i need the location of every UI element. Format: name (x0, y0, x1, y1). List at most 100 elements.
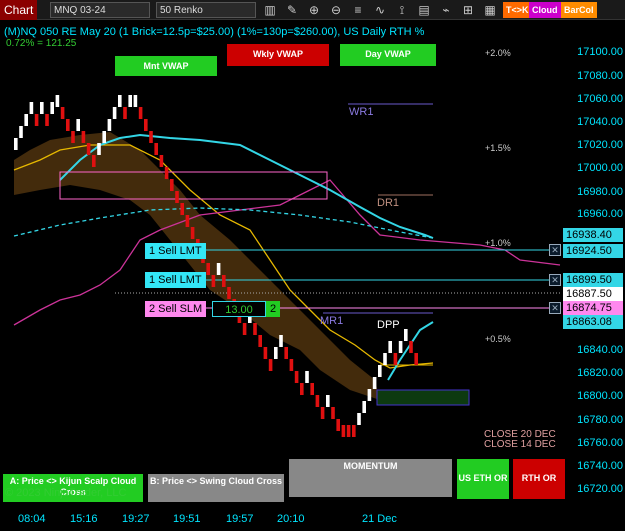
mr1-label: MR1 (320, 315, 344, 327)
atm-icon[interactable]: ⊞ (460, 2, 476, 18)
wr1-label: WR1 (349, 106, 374, 118)
renko-brick (206, 263, 210, 275)
renko-brick (185, 215, 190, 227)
renko-brick (112, 107, 117, 119)
dpp-label: DPP (377, 319, 400, 331)
x-tick: 08:04 (18, 513, 46, 525)
pct-label: +0.5% (485, 334, 511, 344)
wkly-vwap-box[interactable]: Wkly VWAP (227, 44, 329, 66)
renko-brick (19, 126, 23, 138)
renko-brick (76, 119, 80, 131)
x-tick: 20:10 (277, 513, 305, 525)
price-marker-icon[interactable]: ▦ (482, 2, 498, 18)
pct-label: +1.0% (485, 238, 511, 248)
indicator-icon[interactable]: ∿ (372, 2, 388, 18)
swing-cloud-cross-button[interactable]: B: Price <> Swing Cloud Cross (148, 474, 284, 502)
renko-brick (118, 95, 122, 107)
y-tick: 16720.00 (577, 483, 623, 495)
y-tick: 17040.00 (577, 116, 623, 128)
renko-brick (227, 287, 231, 299)
strategy-icon[interactable]: ⟟ (394, 2, 410, 18)
renko-brick (274, 347, 278, 359)
last-price-tag: 16887.50 (563, 287, 623, 301)
close-order-icon[interactable]: ✕ (549, 274, 561, 286)
renko-brick (60, 107, 65, 119)
close-order-icon[interactable]: ✕ (549, 302, 561, 314)
order-qty-field[interactable]: 2 (266, 301, 280, 317)
price-tag: 16924.50 (563, 244, 623, 258)
renko-brick (34, 114, 39, 126)
instrument-selector[interactable]: MNQ 03-24 (50, 2, 150, 18)
renko-brick (320, 407, 325, 419)
renko-brick (222, 275, 226, 287)
properties-icon[interactable]: ≡ (350, 2, 366, 18)
renko-brick (310, 383, 314, 395)
renko-brick (29, 102, 34, 114)
renko-brick (362, 401, 366, 413)
renko-brick (242, 323, 247, 335)
renko-brick (393, 353, 398, 365)
order-price-field[interactable]: 13.00 (212, 301, 266, 317)
renko-brick (159, 155, 164, 167)
renko-brick (107, 119, 112, 131)
us-eth-or-button[interactable]: US ETH OR (457, 459, 509, 499)
x-tick: 15:16 (70, 513, 98, 525)
barcol-toggle[interactable]: BarCol (561, 2, 597, 18)
renko-brick (331, 407, 335, 419)
y-tick: 17000.00 (577, 162, 623, 174)
green-zone-rectangle[interactable] (376, 389, 470, 406)
sell-slm-order[interactable]: 2 Sell SLM (145, 301, 207, 317)
renko-brick (367, 389, 372, 401)
renko-brick (383, 353, 387, 365)
mnt-vwap-box[interactable]: Mnt VWAP (115, 56, 217, 76)
cloud-toggle[interactable]: Cloud (529, 2, 561, 18)
y-tick: 17020.00 (577, 139, 623, 151)
day-vwap-box[interactable]: Day VWAP (340, 44, 436, 66)
renko-brick (388, 341, 392, 353)
renko-brick (154, 143, 158, 155)
pencil-icon[interactable]: ✎ (284, 2, 300, 18)
bar-type-selector[interactable]: 50 Renko (156, 2, 256, 18)
x-tick: 19:57 (226, 513, 254, 525)
close-order-icon[interactable]: ✕ (549, 244, 561, 256)
renko-brick (149, 131, 153, 143)
zoom-in-icon[interactable]: ⊕ (306, 2, 322, 18)
renko-brick (45, 114, 49, 126)
renko-brick (352, 425, 356, 437)
renko-brick (50, 102, 54, 114)
close-label: CLOSE 14 DEC (484, 439, 556, 450)
renko-brick (357, 413, 361, 425)
y-tick: 16800.00 (577, 390, 623, 402)
momentum-button[interactable]: MOMENTUM (289, 459, 452, 497)
template-icon[interactable]: ▤ (416, 2, 432, 18)
draw-icon[interactable]: ⌁ (438, 2, 454, 18)
sell-lmt-order-2[interactable]: 1 Sell LMT (145, 272, 206, 288)
renko-brick (341, 425, 346, 437)
chart-tab[interactable]: Chart (0, 0, 38, 20)
bars-icon[interactable]: ▥ (262, 2, 278, 18)
sell-lmt-order-1[interactable]: 1 Sell LMT (145, 243, 206, 259)
renko-brick (404, 329, 408, 341)
pct-label: +2.0% (485, 48, 511, 58)
renko-brick (300, 383, 304, 395)
renko-brick (180, 203, 184, 215)
renko-brick (253, 323, 257, 335)
tk-toggle[interactable]: T<>K (503, 2, 532, 18)
copyright-text: © 2023 NinjaTrader, LLC (5, 487, 127, 499)
renko-brick (102, 131, 106, 143)
y-tick: 16840.00 (577, 344, 623, 356)
y-tick: 16960.00 (577, 208, 623, 220)
y-tick: 17060.00 (577, 93, 623, 105)
y-tick: 16740.00 (577, 460, 623, 472)
renko-brick (398, 341, 403, 353)
zoom-out-icon[interactable]: ⊖ (328, 2, 344, 18)
price-chart-canvas[interactable] (0, 0, 625, 531)
price-tag: 16899.50 (563, 273, 623, 287)
renko-brick (258, 335, 262, 347)
renko-brick (66, 119, 70, 131)
rth-or-button[interactable]: RTH OR (513, 459, 565, 499)
renko-brick (378, 365, 382, 377)
chart-toolbar: Chart MNQ 03-24 50 Renko ▥ ✎ ⊕ ⊖ ≡ ∿ ⟟ ▤… (0, 0, 625, 20)
renko-brick (40, 102, 44, 114)
renko-brick (294, 371, 299, 383)
